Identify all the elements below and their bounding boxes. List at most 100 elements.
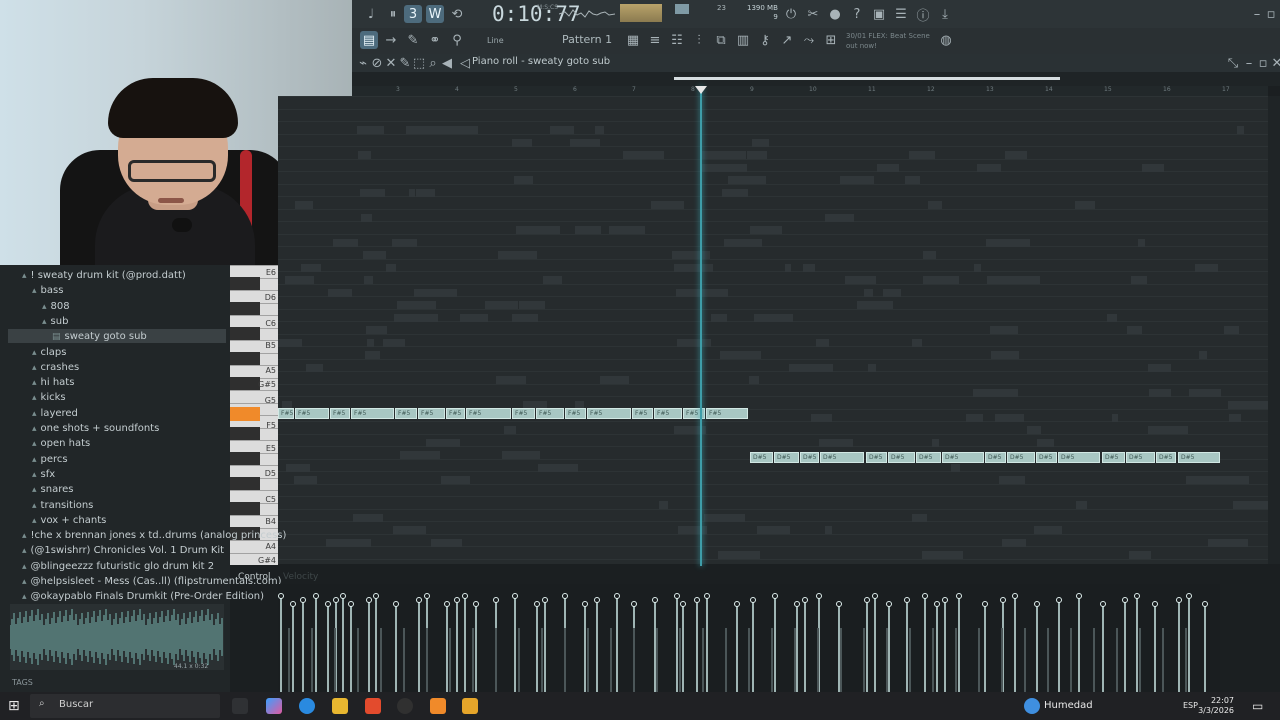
globe-icon[interactable]: ◍: [937, 31, 955, 49]
browser-item[interactable]: ▴ hi hats: [32, 377, 74, 388]
mic-icon[interactable]: ●: [826, 5, 844, 23]
velocity-handle[interactable]: [680, 601, 686, 607]
velocity-bar[interactable]: [676, 596, 678, 692]
velocity-bar[interactable]: [736, 604, 738, 692]
velocity-bar[interactable]: [456, 600, 458, 692]
velocity-bar[interactable]: [984, 604, 986, 692]
velocity-handle[interactable]: [750, 597, 756, 603]
playhead-marker[interactable]: [695, 86, 707, 94]
black-key[interactable]: [230, 477, 260, 490]
help-icon[interactable]: ?: [848, 5, 866, 23]
velocity-bar[interactable]: [906, 600, 908, 692]
browser-item[interactable]: ▴ crashes: [32, 362, 79, 373]
vertical-scrollbar[interactable]: [1268, 96, 1280, 564]
velocity-handle[interactable]: [325, 601, 331, 607]
weather-icon[interactable]: [1024, 698, 1040, 714]
playlist-icon[interactable]: ≡: [646, 31, 664, 49]
weather-label[interactable]: Humedad: [1044, 700, 1093, 711]
velocity-handle[interactable]: [1202, 601, 1208, 607]
velocity-handle[interactable]: [652, 597, 658, 603]
loop-record-icon[interactable]: ⟲: [448, 5, 466, 23]
velocity-handle[interactable]: [340, 593, 346, 599]
velocity-handle[interactable]: [674, 593, 680, 599]
velocity-handle[interactable]: [631, 601, 637, 607]
velocity-bar[interactable]: [464, 596, 466, 692]
velocity-handle[interactable]: [473, 601, 479, 607]
note[interactable]: D#5: [1007, 452, 1035, 463]
velocity-bar[interactable]: [544, 600, 546, 692]
note[interactable]: D#5: [774, 452, 799, 463]
velocity-handle[interactable]: [1152, 601, 1158, 607]
velocity-bar[interactable]: [292, 604, 294, 692]
velocity-handle[interactable]: [582, 601, 588, 607]
snap-mode-select[interactable]: Line: [487, 36, 504, 45]
paint-brush-icon[interactable]: ✎: [404, 31, 422, 49]
browser-item[interactable]: ▴ @blingeezzz futuristic glo drum kit 2: [22, 561, 214, 572]
black-key[interactable]: [230, 502, 260, 515]
velocity-handle[interactable]: [1000, 597, 1006, 603]
maximize-icon[interactable]: ▫: [1262, 5, 1280, 23]
power-icon[interactable]: ⏻: [782, 5, 800, 23]
velocity-bar[interactable]: [616, 596, 618, 692]
velocity-bar[interactable]: [1204, 604, 1206, 692]
velocity-handle[interactable]: [278, 593, 284, 599]
language-indicator[interactable]: ESP: [1183, 701, 1198, 710]
velocity-handle[interactable]: [942, 597, 948, 603]
velocity-bar[interactable]: [327, 604, 329, 692]
countdown-icon[interactable]: 3: [404, 5, 422, 23]
velocity-handle[interactable]: [454, 597, 460, 603]
task-view-icon[interactable]: [232, 698, 248, 714]
velocity-bar[interactable]: [774, 596, 776, 692]
news-panel[interactable]: 30/01 FLEX: Beat Scene out now!: [846, 31, 930, 51]
notification-icon[interactable]: ▭: [1252, 698, 1268, 714]
velocity-handle[interactable]: [704, 593, 710, 599]
note[interactable]: D#5: [820, 452, 864, 463]
velocity-handle[interactable]: [534, 601, 540, 607]
velocity-handle[interactable]: [1186, 593, 1192, 599]
browser-item[interactable]: ▴ open hats: [32, 438, 90, 449]
touch-keyboard-icon[interactable]: ↗: [778, 31, 796, 49]
brave-icon[interactable]: [365, 698, 381, 714]
browser-item[interactable]: ▴ layered: [32, 408, 78, 419]
velocity-handle[interactable]: [1076, 593, 1082, 599]
note[interactable]: F#5: [565, 408, 586, 419]
velocity-handle[interactable]: [836, 601, 842, 607]
note[interactable]: F#5: [351, 408, 394, 419]
note[interactable]: F#5: [536, 408, 564, 419]
velocity-handle[interactable]: [512, 593, 518, 599]
velocity-bar[interactable]: [1014, 596, 1016, 692]
velocity-bar[interactable]: [342, 596, 344, 692]
plugin-icon[interactable]: ⧉: [712, 31, 730, 49]
velocity-handle[interactable]: [393, 601, 399, 607]
playhead[interactable]: [700, 86, 702, 566]
note[interactable]: D#5: [1102, 452, 1125, 463]
note[interactable]: F#5: [418, 408, 445, 419]
browser-item[interactable]: ▴ !che x brennan jones x td..drums (analo…: [22, 530, 286, 541]
velocity-handle[interactable]: [1034, 601, 1040, 607]
note[interactable]: D#5: [866, 452, 887, 463]
note[interactable]: F#5: [466, 408, 511, 419]
info-icon[interactable]: ⓘ: [914, 5, 932, 24]
browser-item[interactable]: ▴ (@1swishrr) Chronicles Vol. 1 Drum Kit: [22, 545, 224, 556]
velocity-bar[interactable]: [1188, 596, 1190, 692]
velocity-handle[interactable]: [934, 601, 940, 607]
velocity-bar[interactable]: [1136, 596, 1138, 692]
browser-item[interactable]: ▴! sweaty drum kit (@prod.datt): [22, 270, 186, 281]
velocity-handle[interactable]: [313, 593, 319, 599]
black-key[interactable]: [230, 377, 260, 390]
velocity-bar[interactable]: [395, 604, 397, 692]
browser-item[interactable]: ▤ sweaty goto sub: [52, 331, 147, 342]
velocity-lane[interactable]: [278, 584, 1220, 692]
note[interactable]: D#5: [1036, 452, 1057, 463]
velocity-handle[interactable]: [982, 601, 988, 607]
browser-item[interactable]: ▴ sfx: [32, 469, 55, 480]
note[interactable]: D#5: [916, 452, 941, 463]
control-select[interactable]: Control: [238, 572, 271, 582]
taskbar-search[interactable]: ⌕ Buscar: [30, 694, 220, 718]
velocity-bar[interactable]: [584, 604, 586, 692]
arrow-right-icon[interactable]: →: [382, 31, 400, 49]
bar-ruler[interactable]: 3 4 5 6 7 8 9 10 11 12 13 14 15 16 17: [352, 86, 1268, 96]
obs-icon[interactable]: [397, 698, 413, 714]
velocity-bar[interactable]: [375, 596, 377, 692]
fl-studio-icon[interactable]: [430, 698, 446, 714]
